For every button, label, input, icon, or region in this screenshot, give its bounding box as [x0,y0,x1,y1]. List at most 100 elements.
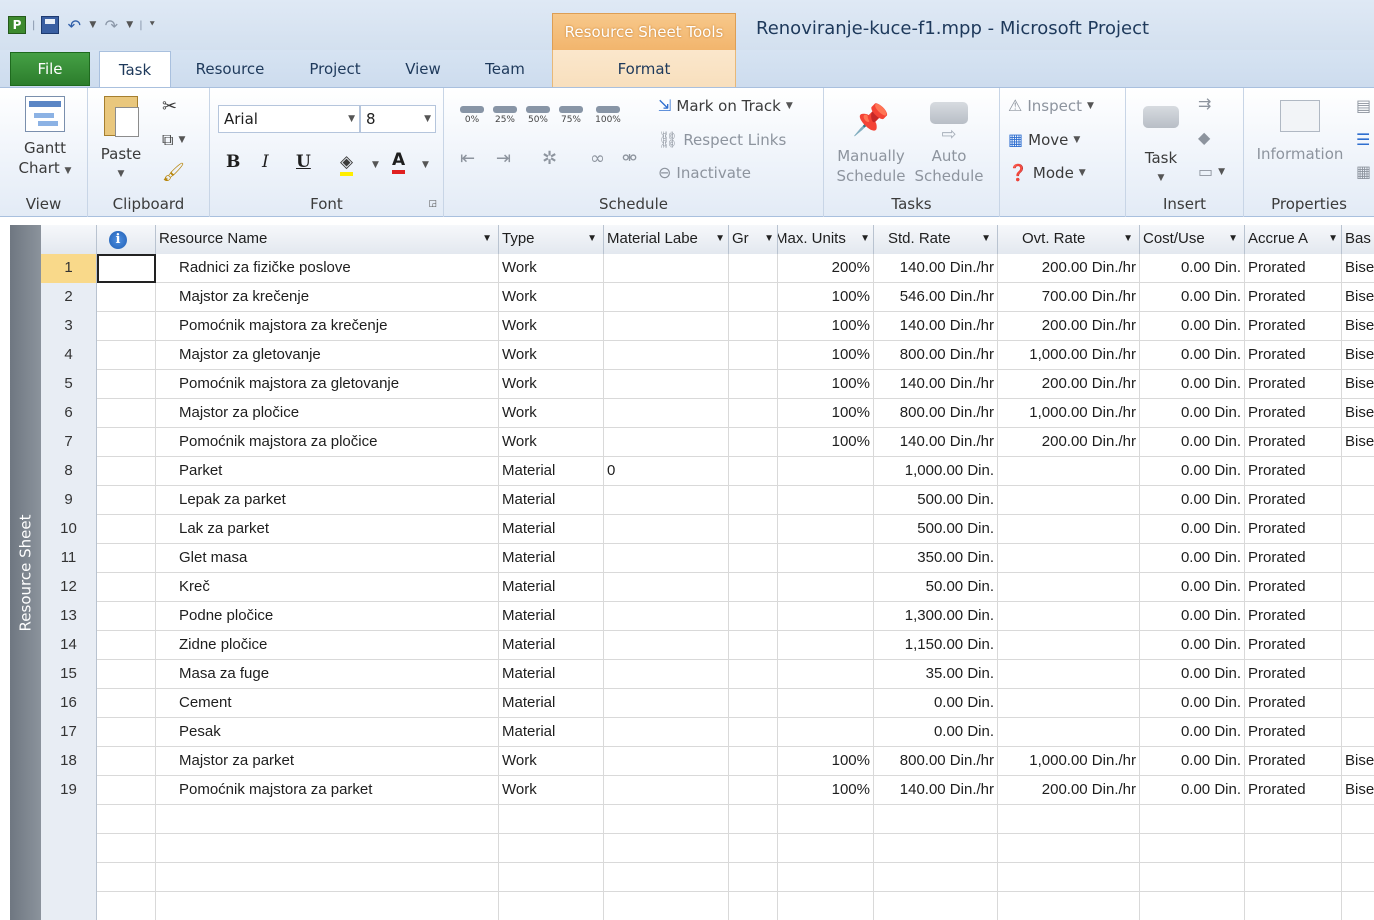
cell-ovt-rate[interactable] [998,544,1140,573]
table-row[interactable]: 9 Lepak za parket Material 500.00 Din. 0.00 … [41,486,1374,515]
row-number[interactable]: 8 [41,457,97,486]
cell-type[interactable]: Material [499,689,604,718]
cell-group[interactable] [729,602,778,631]
cell-type[interactable]: Material [499,486,604,515]
cell-accrue-at[interactable]: Prorated [1245,457,1342,486]
cell-resource-name[interactable] [156,805,499,834]
indicator-cell[interactable] [97,341,156,370]
cell-base-calendar[interactable] [1342,573,1374,602]
cell-cost-use[interactable]: 0.00 Din. [1140,718,1245,747]
row-number[interactable]: 9 [41,486,97,515]
row-number[interactable]: 4 [41,341,97,370]
cell-type[interactable]: Material [499,718,604,747]
auto-schedule-button[interactable]: ⇨ Auto Schedule [910,96,988,186]
cell-type[interactable]: Work [499,341,604,370]
cell-max-units[interactable] [778,689,874,718]
filter-dropdown-icon[interactable]: ▼ [1328,225,1338,253]
cell-material-label[interactable] [604,428,729,457]
col-header-cost-use[interactable]: Cost/Use ▼ [1140,225,1245,254]
cell-group[interactable] [729,834,778,863]
tab-project[interactable]: Project [292,50,378,87]
indicator-cell[interactable] [97,689,156,718]
cell-accrue-at[interactable]: Prorated [1245,776,1342,805]
indicator-cell[interactable] [97,486,156,515]
cell-base-calendar[interactable]: Bise [1342,370,1374,399]
row-number[interactable]: 13 [41,602,97,631]
empty-row[interactable] [41,834,1374,863]
cell-ovt-rate[interactable]: 200.00 Din./hr [998,776,1140,805]
cell-cost-use[interactable]: 0.00 Din. [1140,457,1245,486]
cell-material-label[interactable] [604,747,729,776]
pct-50-button[interactable]: 50% [524,104,552,134]
cell-group[interactable] [729,515,778,544]
cell-group[interactable] [729,805,778,834]
cell-resource-name[interactable]: Majstor za parket [156,747,499,776]
inactivate-button[interactable]: ⊖ Inactivate [658,163,751,182]
cell-resource-name[interactable]: Majstor za pločice [156,399,499,428]
cell-accrue-at[interactable] [1245,892,1342,920]
tab-task[interactable]: Task [99,51,171,88]
indicator-cell[interactable] [97,283,156,312]
indicator-cell[interactable] [97,254,156,283]
indicator-cell[interactable] [97,399,156,428]
cell-resource-name[interactable]: Cement [156,689,499,718]
cell-material-label[interactable] [604,689,729,718]
cell-type[interactable] [499,805,604,834]
indicator-cell[interactable] [97,428,156,457]
cell-std-rate[interactable]: 500.00 Din. [874,515,998,544]
cell-group[interactable] [729,573,778,602]
cell-max-units[interactable] [778,602,874,631]
row-number[interactable]: 17 [41,718,97,747]
cell-material-label[interactable] [604,863,729,892]
cell-base-calendar[interactable] [1342,544,1374,573]
cell-max-units[interactable]: 100% [778,776,874,805]
filter-dropdown-icon[interactable]: ▼ [1123,225,1133,253]
cell-material-label[interactable] [604,718,729,747]
cell-cost-use[interactable]: 0.00 Din. [1140,254,1245,283]
cell-max-units[interactable] [778,834,874,863]
col-header-max-units[interactable]: Max. Units ▼ [778,225,874,254]
cell-accrue-at[interactable]: Prorated [1245,573,1342,602]
cell-accrue-at[interactable]: Prorated [1245,689,1342,718]
cell-type[interactable]: Material [499,457,604,486]
cell-std-rate[interactable]: 140.00 Din./hr [874,776,998,805]
cell-cost-use[interactable]: 0.00 Din. [1140,283,1245,312]
filter-dropdown-icon[interactable]: ▼ [860,225,870,253]
table-row[interactable]: 7 Pomoćnik majstora za pločice Work 100% 140… [41,428,1374,457]
cell-type[interactable]: Work [499,312,604,341]
cell-type[interactable] [499,863,604,892]
cell-base-calendar[interactable] [1342,631,1374,660]
cell-material-label[interactable] [604,283,729,312]
cell-std-rate[interactable]: 50.00 Din. [874,573,998,602]
row-number[interactable]: 6 [41,399,97,428]
cell-cost-use[interactable]: 0.00 Din. [1140,602,1245,631]
cell-cost-use[interactable] [1140,863,1245,892]
empty-row[interactable] [41,892,1374,920]
cell-std-rate[interactable]: 500.00 Din. [874,486,998,515]
cell-base-calendar[interactable] [1342,515,1374,544]
cell-type[interactable]: Work [499,399,604,428]
cell-ovt-rate[interactable] [998,515,1140,544]
cell-type[interactable] [499,892,604,920]
row-number[interactable]: 14 [41,631,97,660]
cell-resource-name[interactable]: Masa za fuge [156,660,499,689]
add-to-timeline-icon[interactable]: ▦ [1356,162,1371,181]
cell-max-units[interactable]: 100% [778,747,874,776]
col-header-base-calendar[interactable]: Bas [1342,225,1374,254]
chevron-down-icon[interactable]: ▼ [422,160,429,170]
cell-max-units[interactable] [778,457,874,486]
indicator-cell[interactable] [97,631,156,660]
row-number[interactable]: 3 [41,312,97,341]
cell-group[interactable] [729,486,778,515]
bold-button[interactable]: B [226,152,240,172]
insert-task-button[interactable]: Task ▼ [1134,96,1188,188]
cell-cost-use[interactable]: 0.00 Din. [1140,370,1245,399]
table-row[interactable]: 19 Pomoćnik majstora za parket Work 100% 140… [41,776,1374,805]
font-family-select[interactable]: Arial ▼ [218,105,360,133]
cell-resource-name[interactable]: Pomoćnik majstora za parket [156,776,499,805]
cell-type[interactable]: Work [499,776,604,805]
cell-type[interactable]: Work [499,254,604,283]
gantt-chart-button[interactable]: Gantt Chart ▼ [10,96,80,181]
undo-icon[interactable]: ↶ [65,16,83,35]
cell-cost-use[interactable]: 0.00 Din. [1140,341,1245,370]
